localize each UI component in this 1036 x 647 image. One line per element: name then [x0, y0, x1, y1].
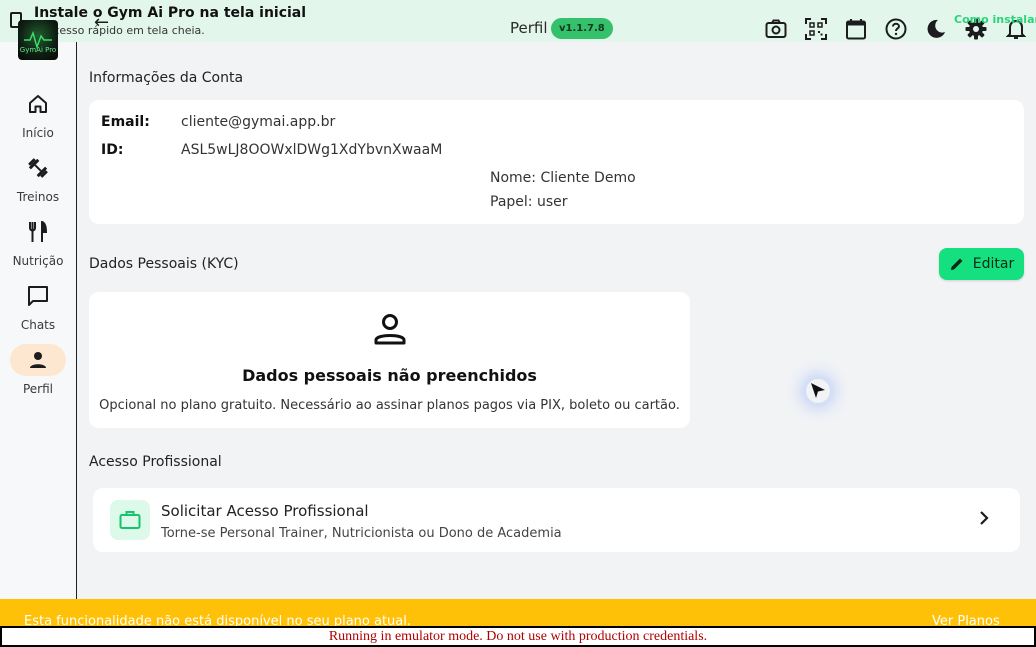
email-value: cliente@gymai.app.br — [181, 114, 336, 130]
app-logo: GymAi Pro — [18, 20, 58, 60]
id-value: ASL5wLJ8OOWxlDWg1XdYbvnXwaaM — [181, 142, 443, 158]
name-value: Nome: Cliente Demo — [490, 170, 636, 186]
account-section-title: Informações da Conta — [89, 70, 244, 86]
install-banner: Instale o Gym Ai Pro na tela inicial Ace… — [0, 0, 1036, 42]
camera-icon[interactable] — [764, 17, 788, 41]
professional-section-title: Acesso Profissional — [89, 454, 222, 470]
page-title: Perfil — [510, 19, 548, 37]
sidebar-item-inicio[interactable]: Início — [0, 88, 76, 140]
how-to-install-link[interactable]: Como instalar — [954, 13, 1036, 26]
dumbbell-icon — [10, 152, 66, 184]
sidebar-item-label: Chats — [20, 318, 56, 332]
edit-button-label: Editar — [972, 256, 1015, 272]
home-icon — [10, 88, 66, 120]
dark-mode-moon-icon[interactable] — [924, 17, 948, 41]
sidebar-item-nutricao[interactable]: Nutrição — [0, 216, 76, 268]
sidebar-item-perfil[interactable]: Perfil — [0, 344, 76, 396]
emulator-notice: Running in emulator mode. Do not use wit… — [0, 626, 1036, 647]
kyc-empty-description: Opcional no plano gratuito. Necessário a… — [99, 398, 680, 413]
plan-restriction-bar: Esta funcionalidade não está disponível … — [0, 599, 1036, 629]
back-arrow-icon[interactable]: ← — [94, 14, 109, 32]
kyc-empty-title: Dados pessoais não preenchidos — [242, 366, 537, 385]
qr-code-scan-icon[interactable] — [804, 17, 828, 41]
version-badge: v1.1.7.8 — [551, 18, 613, 39]
kyc-section-title: Dados Pessoais (KYC) — [89, 256, 239, 272]
edit-button[interactable]: Editar — [939, 248, 1024, 280]
person-outline-icon — [373, 312, 407, 350]
pencil-icon — [950, 258, 963, 270]
professional-item-subtitle: Torne-se Personal Trainer, Nutricionista… — [161, 526, 562, 541]
app-logo-text: GymAi Pro — [19, 46, 57, 54]
fork-knife-icon — [10, 216, 66, 248]
sidebar-item-label: Nutrição — [12, 254, 64, 268]
chevron-right-icon — [978, 510, 990, 530]
account-card: Email: cliente@gymai.app.br ID: ASL5wLJ8… — [89, 100, 1024, 224]
calendar-icon[interactable] — [844, 17, 868, 41]
person-icon — [10, 344, 66, 376]
id-label: ID: — [101, 142, 124, 158]
help-icon[interactable] — [884, 17, 908, 41]
install-banner-subtitle: Acesso rápido em tela cheia. — [46, 24, 205, 37]
request-professional-access-item[interactable]: Solicitar Acesso Profissional Torne-se P… — [93, 488, 1020, 552]
chat-icon — [10, 280, 66, 312]
professional-item-title: Solicitar Acesso Profissional — [161, 502, 369, 520]
email-label: Email: — [101, 114, 150, 130]
sidebar-item-label: Início — [22, 126, 54, 140]
mouse-pointer-icon — [806, 379, 830, 403]
install-banner-title: Instale o Gym Ai Pro na tela inicial — [34, 5, 307, 21]
sidebar-item-chats[interactable]: Chats — [0, 280, 76, 332]
role-value: Papel: user — [490, 194, 568, 210]
sidebar-item-label: Treinos — [16, 190, 60, 204]
sidebar: Início Treinos Nutrição Chats Perfil — [0, 42, 77, 599]
sidebar-item-treinos[interactable]: Treinos — [0, 152, 76, 204]
sidebar-item-label: Perfil — [22, 382, 54, 396]
kyc-empty-card: Dados pessoais não preenchidos Opcional … — [89, 292, 690, 428]
briefcase-icon — [110, 500, 150, 540]
